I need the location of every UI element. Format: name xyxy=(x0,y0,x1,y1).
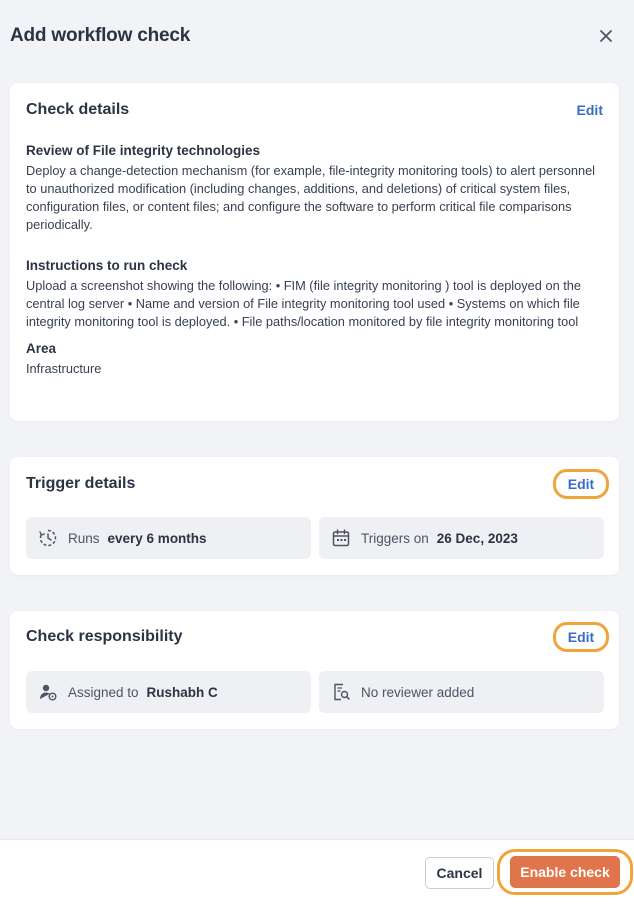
assigned-value: Rushabh C xyxy=(146,684,218,700)
check-details-title: Check details xyxy=(26,101,130,118)
runs-value: every 6 months xyxy=(107,530,207,546)
trigger-details-title: Trigger details xyxy=(26,475,136,492)
calendar-icon xyxy=(331,528,351,548)
check-responsibility-card: Check responsibility Edit Assigned to Ru… xyxy=(10,611,619,729)
instructions-heading: Instructions to run check xyxy=(26,258,188,273)
user-assign-icon xyxy=(38,682,58,702)
reviewer-text: No reviewer added xyxy=(361,684,475,700)
trigger-details-card: Trigger details Edit Runs every 6 months xyxy=(10,457,619,575)
responsibility-edit-highlight: Edit xyxy=(553,622,609,652)
cancel-button[interactable]: Cancel xyxy=(425,857,494,889)
trigger-edit-highlight: Edit xyxy=(553,469,609,499)
dialog-footer: Cancel Enable check xyxy=(0,839,634,904)
instructions-description: Upload a screenshot showing the followin… xyxy=(26,278,582,329)
runs-label: Runs xyxy=(68,530,100,546)
trigger-details-edit-link[interactable]: Edit xyxy=(568,476,594,492)
review-description: Deploy a change-detection mechanism (for… xyxy=(26,163,596,232)
assigned-label: Assigned to xyxy=(68,684,139,700)
check-responsibility-edit-link[interactable]: Edit xyxy=(568,629,594,645)
check-details-edit-link[interactable]: Edit xyxy=(577,102,603,118)
runs-frequency-pill: Runs every 6 months xyxy=(26,517,311,559)
recurring-clock-icon xyxy=(38,528,58,548)
triggers-label: Triggers on xyxy=(361,530,429,546)
triggers-on-pill: Triggers on 26 Dec, 2023 xyxy=(319,517,604,559)
dialog-title: Add workflow check xyxy=(10,25,191,46)
reviewer-search-icon xyxy=(331,682,351,702)
dialog-header: Add workflow check xyxy=(0,0,634,72)
enable-check-button[interactable]: Enable check xyxy=(510,856,620,888)
check-responsibility-title: Check responsibility xyxy=(26,628,183,645)
area-heading: Area xyxy=(26,341,57,356)
enable-check-highlight: Enable check xyxy=(497,849,633,895)
review-heading: Review of File integrity technologies xyxy=(26,143,261,158)
reviewer-pill: No reviewer added xyxy=(319,671,604,713)
check-details-card: Check details Edit Review of File integr… xyxy=(10,83,619,421)
assigned-to-pill: Assigned to Rushabh C xyxy=(26,671,311,713)
close-icon xyxy=(600,30,612,42)
triggers-value: 26 Dec, 2023 xyxy=(436,530,518,546)
area-value: Infrastructure xyxy=(26,361,102,376)
close-button[interactable] xyxy=(594,24,618,48)
